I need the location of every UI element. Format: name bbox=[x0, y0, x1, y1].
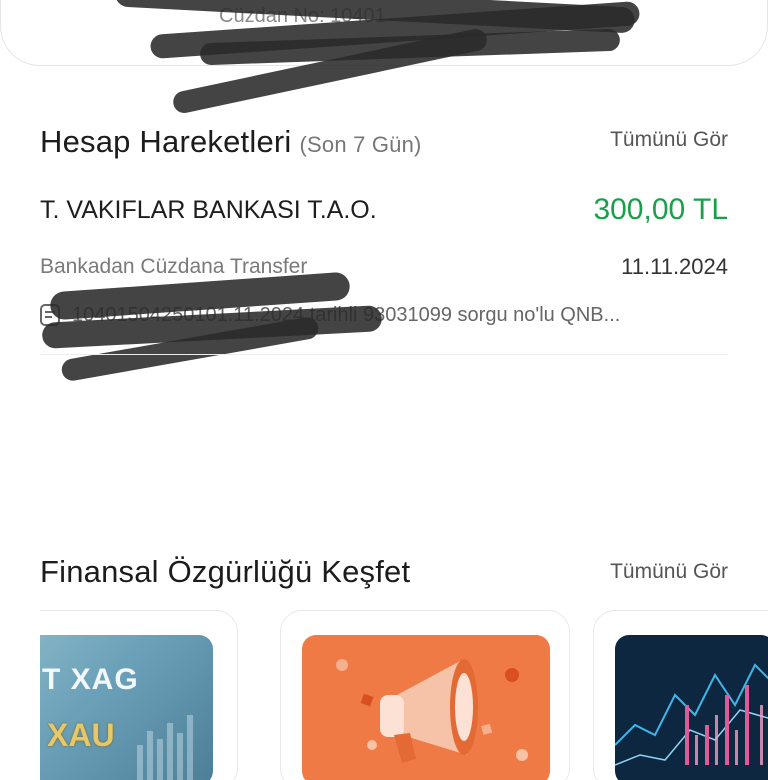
discover-carousel[interactable]: PT XAG XAU bbox=[40, 610, 768, 780]
transactions-subtitle: (Son 7 Gün) bbox=[299, 132, 422, 157]
chart-bars-decoration bbox=[137, 715, 193, 780]
transaction-type: Bankadan Cüzdana Transfer bbox=[40, 255, 308, 278]
transactions-title: Hesap Hareketleri (Son 7 Gün) bbox=[40, 124, 422, 160]
metals-image: PT XAG XAU bbox=[40, 635, 213, 780]
discover-see-all-link[interactable]: Tümünü Gör bbox=[610, 560, 728, 584]
megaphone-icon bbox=[336, 659, 528, 763]
discover-card-promo[interactable] bbox=[280, 610, 570, 780]
transaction-date: 11.11.2024 bbox=[621, 254, 728, 279]
discover-card-metals[interactable]: PT XAG XAU bbox=[40, 610, 238, 780]
promo-image bbox=[302, 635, 550, 780]
discover-card-market[interactable] bbox=[593, 610, 768, 780]
discover-title: Finansal Özgürlüğü Keşfet bbox=[40, 554, 411, 589]
divider bbox=[40, 354, 728, 355]
chart-icon bbox=[615, 663, 768, 766]
transactions-see-all-link[interactable]: Tümünü Gör bbox=[610, 128, 728, 152]
transaction-amount: 300,00 TL bbox=[593, 193, 728, 226]
transactions-title-text: Hesap Hareketleri bbox=[40, 124, 292, 159]
transaction-bank-name: T. VAKIFLAR BANKASI T.A.O. bbox=[40, 196, 377, 224]
market-image bbox=[615, 635, 768, 780]
